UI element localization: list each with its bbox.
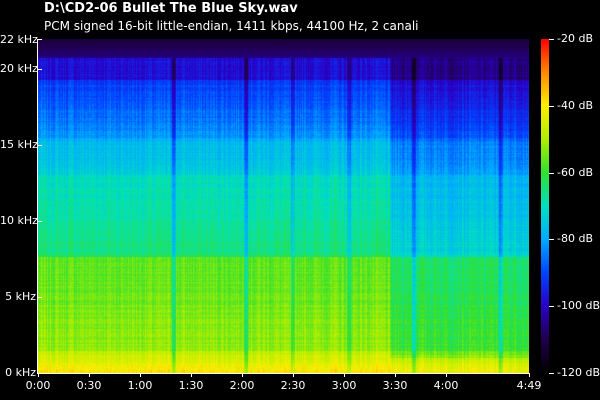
colorbar-tick-label: -20 dB xyxy=(557,32,593,45)
x-tick-mark xyxy=(446,373,447,377)
x-tick-mark xyxy=(191,373,192,377)
spectrogram-plot xyxy=(38,39,529,373)
x-tick-mark xyxy=(242,373,243,377)
y-tick-mark xyxy=(38,39,42,40)
y-tick-label: 10 kHz xyxy=(0,214,38,228)
colorbar-tick-label: -120 dB xyxy=(557,366,600,379)
format-info: PCM signed 16-bit little-endian, 1411 kb… xyxy=(44,19,419,33)
x-tick-label: 2:00 xyxy=(229,379,255,392)
x-tick-mark xyxy=(38,373,39,377)
y-tick-label: 0 kHz xyxy=(5,366,36,379)
x-tick-label: 0:00 xyxy=(25,379,51,392)
x-tick-mark xyxy=(89,373,90,377)
x-tick-mark xyxy=(395,373,396,377)
y-tick-mark xyxy=(38,297,42,298)
y-tick-label: 22 kHz xyxy=(0,33,38,46)
colorbar-tick-label: -100 dB xyxy=(557,299,600,313)
x-tick-label: 3:30 xyxy=(382,379,408,392)
y-axis-line xyxy=(37,39,38,374)
x-tick-mark xyxy=(140,373,141,377)
x-tick-label: 4:49 xyxy=(516,379,542,392)
x-tick-label: 2:30 xyxy=(280,379,306,392)
colorbar-tick-mark xyxy=(549,373,554,374)
y-tick-label: 15 kHz xyxy=(0,138,38,152)
x-tick-label: 1:00 xyxy=(127,379,153,392)
colorbar-tick-label: -40 dB xyxy=(557,98,593,112)
colorbar-tick-mark xyxy=(549,239,554,240)
y-tick-mark xyxy=(38,145,42,146)
colorbar-tick-label: -80 dB xyxy=(557,232,593,246)
x-tick-label: 0:30 xyxy=(76,379,102,392)
y-tick-mark xyxy=(38,221,42,222)
colorbar xyxy=(541,39,549,373)
x-tick-mark xyxy=(293,373,294,377)
y-tick-label: 5 kHz xyxy=(5,290,36,304)
x-tick-label: 1:30 xyxy=(178,379,204,392)
y-tick-label: 20 kHz xyxy=(0,62,38,76)
x-tick-mark xyxy=(344,373,345,377)
file-title: D:\CD2-06 Bullet The Blue Sky.wav xyxy=(44,1,298,16)
x-tick-label: 4:00 xyxy=(433,379,459,392)
colorbar-tick-label: -60 dB xyxy=(557,165,593,179)
x-tick-mark xyxy=(529,373,530,377)
x-tick-label: 3:00 xyxy=(331,379,357,392)
colorbar-tick-mark xyxy=(549,106,554,107)
colorbar-tick-mark xyxy=(549,306,554,307)
colorbar-tick-mark xyxy=(549,39,554,40)
x-axis-line xyxy=(37,373,529,374)
colorbar-tick-mark xyxy=(549,173,554,174)
y-tick-mark xyxy=(38,69,42,70)
